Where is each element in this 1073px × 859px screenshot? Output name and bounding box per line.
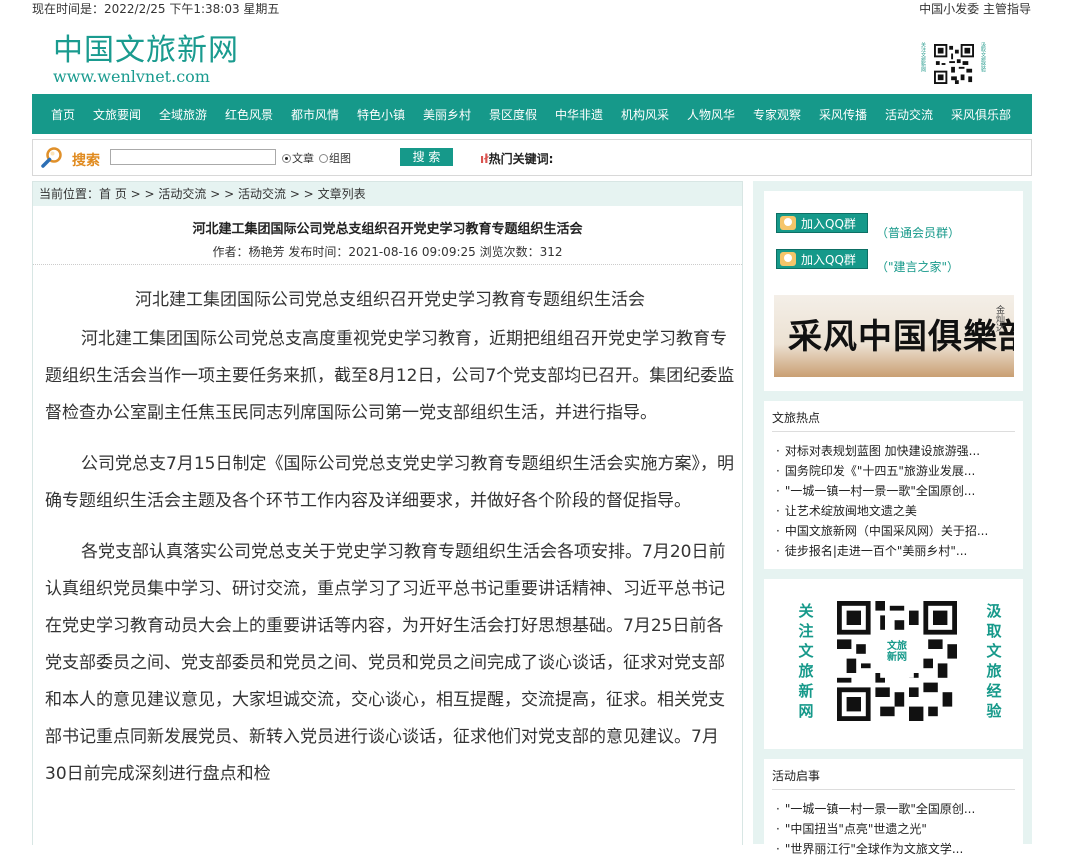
article-heading: 河北建工集团国际公司党总支组织召开党史学习教育专题组织生活会 [135, 290, 645, 310]
breadcrumb-events-sub[interactable]: 活动交流 [238, 187, 286, 201]
qr-code-icon [934, 44, 974, 84]
qr-left-text: 关注文旅新网 [798, 602, 814, 720]
site-logo[interactable]: 中国文旅新网 www.wenlvnet.com [53, 34, 239, 86]
divider [772, 431, 1015, 432]
radio-image[interactable]: 组图 [319, 150, 351, 166]
current-time: 现在时间是：2022/2/25 下午1:38:03 星期五 [32, 2, 280, 16]
article-title: 河北建工集团国际公司党总支组织召开党史学习教育专题组织生活会 [192, 222, 583, 237]
hot-keywords-label: ıł热门关键词: [480, 152, 554, 166]
header-qr-right-text: 汲取文旅经验 [980, 42, 986, 72]
list-item[interactable]: "一城一镇一村一景一歌"全国原创... [776, 481, 1016, 501]
qq-note-2: （"建言之家"） [876, 260, 960, 274]
nav-item-red[interactable]: 红色风景 [225, 106, 273, 123]
article-paragraph: 河北建工集团国际公司党总支高度重视党史学习教育，近期把组组召开党史学习教育专题组… [45, 329, 735, 423]
club-banner-text: 采风中国俱樂部 [788, 317, 1014, 357]
search-icon [41, 147, 62, 168]
list-item[interactable]: "中国扭当"点亮"世遗之光" [776, 819, 1016, 839]
list-item[interactable]: 徒步报名|走进一百个"美丽乡村"... [776, 541, 1016, 561]
qr-logo-text: 文旅新网 [887, 641, 907, 663]
club-banner[interactable]: 采风中国俱樂部 金灿达 [774, 295, 1014, 377]
qr-box: 关注文旅新网 文旅新网 汲取文旅经验 [764, 579, 1023, 749]
nav-item-resort[interactable]: 景区度假 [489, 106, 537, 123]
nav-item-town[interactable]: 特色小镇 [357, 106, 405, 123]
nav-item-events[interactable]: 活动交流 [885, 106, 933, 123]
nav-item-heritage[interactable]: 中华非遗 [555, 106, 603, 123]
search-label: 搜索 [72, 153, 100, 169]
breadcrumb-events[interactable]: 活动交流 [158, 187, 206, 201]
events-box: 活动启事 "一城一镇一村一景一歌"全国原创... "中国扭当"点亮"世遗之光" … [764, 759, 1023, 856]
breadcrumb: 当前位置：首 页 > > 活动交流 > > 活动交流 > > 文章列表 [33, 182, 742, 206]
nav-item-expert[interactable]: 专家观察 [753, 106, 801, 123]
qq-note-1: （普通会员群） [876, 226, 961, 240]
fire-icon: ıł [480, 152, 489, 166]
article-body: 河北建工集团国际公司党总支组织召开党史学习教育专题组织生活会 河北建工集团国际公… [45, 282, 735, 807]
search-button[interactable]: 搜 索 [400, 148, 453, 166]
list-item[interactable]: "世界丽江行"全球作为文旅文学... [776, 839, 1016, 859]
qr-right-text: 汲取文旅经验 [986, 602, 1002, 720]
radio-article-dot [282, 154, 291, 163]
nav-item-news[interactable]: 文旅要闻 [93, 106, 141, 123]
nav-item-home[interactable]: 首页 [51, 106, 75, 123]
site-logo-url: www.wenlvnet.com [53, 67, 210, 86]
join-qq-button-1[interactable]: 加入QQ群 [776, 213, 868, 233]
nav-item-people[interactable]: 人物风华 [687, 106, 735, 123]
header-qr-left-text: 关注文旅新网 [920, 42, 926, 72]
nav-item-city[interactable]: 都市风情 [291, 106, 339, 123]
site-logo-cn: 中国文旅新网 [53, 33, 239, 68]
list-item[interactable]: 国务院印发《"十四五"旅游业发展... [776, 461, 1016, 481]
qq-icon [780, 252, 796, 266]
article-paragraph: 各党支部认真落实公司党总支关于党史学习教育专题组织生活会各项安排。7月20日前认… [45, 542, 726, 784]
divider [772, 789, 1015, 790]
qq-icon [780, 216, 796, 230]
supervisor-text: 中国小发委 主管指导 [919, 2, 1031, 16]
events-list: "一城一镇一村一景一歌"全国原创... "中国扭当"点亮"世遗之光" "世界丽江… [776, 799, 1016, 859]
list-item[interactable]: 对标对表规划蓝图 加快建设旅游强... [776, 441, 1016, 461]
join-qq-button-2[interactable]: 加入QQ群 [776, 249, 868, 269]
nav-item-org[interactable]: 机构风采 [621, 106, 669, 123]
nav-item-media[interactable]: 采风传播 [819, 106, 867, 123]
main-nav: 首页 文旅要闻 全域旅游 红色风景 都市风情 特色小镇 美丽乡村 景区度假 中华… [32, 94, 1032, 134]
nav-item-village[interactable]: 美丽乡村 [423, 106, 471, 123]
article-paragraph: 公司党总支7月15日制定《国际公司党总支党史学习教育专题组织生活会实施方案》，明… [45, 454, 734, 511]
list-item[interactable]: 中国文旅新网（中国采风网）关于招... [776, 521, 1016, 541]
top-bar: 现在时间是：2022/2/25 下午1:38:03 星期五 中国小发委 主管指导 [0, 0, 1073, 18]
sidebar: 加入QQ群 （普通会员群） 加入QQ群 （"建言之家"） 采风中国俱樂部 金灿达… [753, 181, 1032, 856]
events-title: 活动启事 [772, 769, 821, 783]
club-banner-seal: 金灿达 [994, 305, 1004, 332]
breadcrumb-list[interactable]: 文章列表 [318, 187, 366, 201]
list-item[interactable]: "一城一镇一村一景一歌"全国原创... [776, 799, 1016, 819]
header-qr: 关注文旅新网 汲取文旅经验 [920, 42, 990, 86]
hot-topics-title: 文旅热点 [772, 411, 821, 425]
radio-image-dot [319, 154, 328, 163]
breadcrumb-home[interactable]: 首 页 [99, 187, 127, 201]
hot-topics-list: 对标对表规划蓝图 加快建设旅游强... 国务院印发《"十四五"旅游业发展... … [776, 441, 1016, 561]
article-meta: 作者：杨艳芳 发布时间：2021-08-16 09:09:25 浏览次数：312 [212, 245, 563, 259]
hot-topics-box: 文旅热点 对标对表规划蓝图 加快建设旅游强... 国务院印发《"十四五"旅游业发… [764, 401, 1023, 569]
qq-groups-box: 加入QQ群 （普通会员群） 加入QQ群 （"建言之家"） 采风中国俱樂部 金灿达 [764, 191, 1023, 391]
search-input[interactable] [110, 149, 276, 165]
nav-item-tourism[interactable]: 全域旅游 [159, 106, 207, 123]
radio-article[interactable]: 文章 [282, 150, 314, 166]
article-panel: 当前位置：首 页 > > 活动交流 > > 活动交流 > > 文章列表 河北建工… [32, 181, 743, 845]
list-item[interactable]: 让艺术绽放闽地文遗之美 [776, 501, 1016, 521]
search-bar: 搜索 文章 组图 搜 索 ıł热门关键词: [32, 139, 1032, 176]
divider [33, 264, 742, 265]
nav-item-club[interactable]: 采风俱乐部 [951, 106, 1011, 123]
